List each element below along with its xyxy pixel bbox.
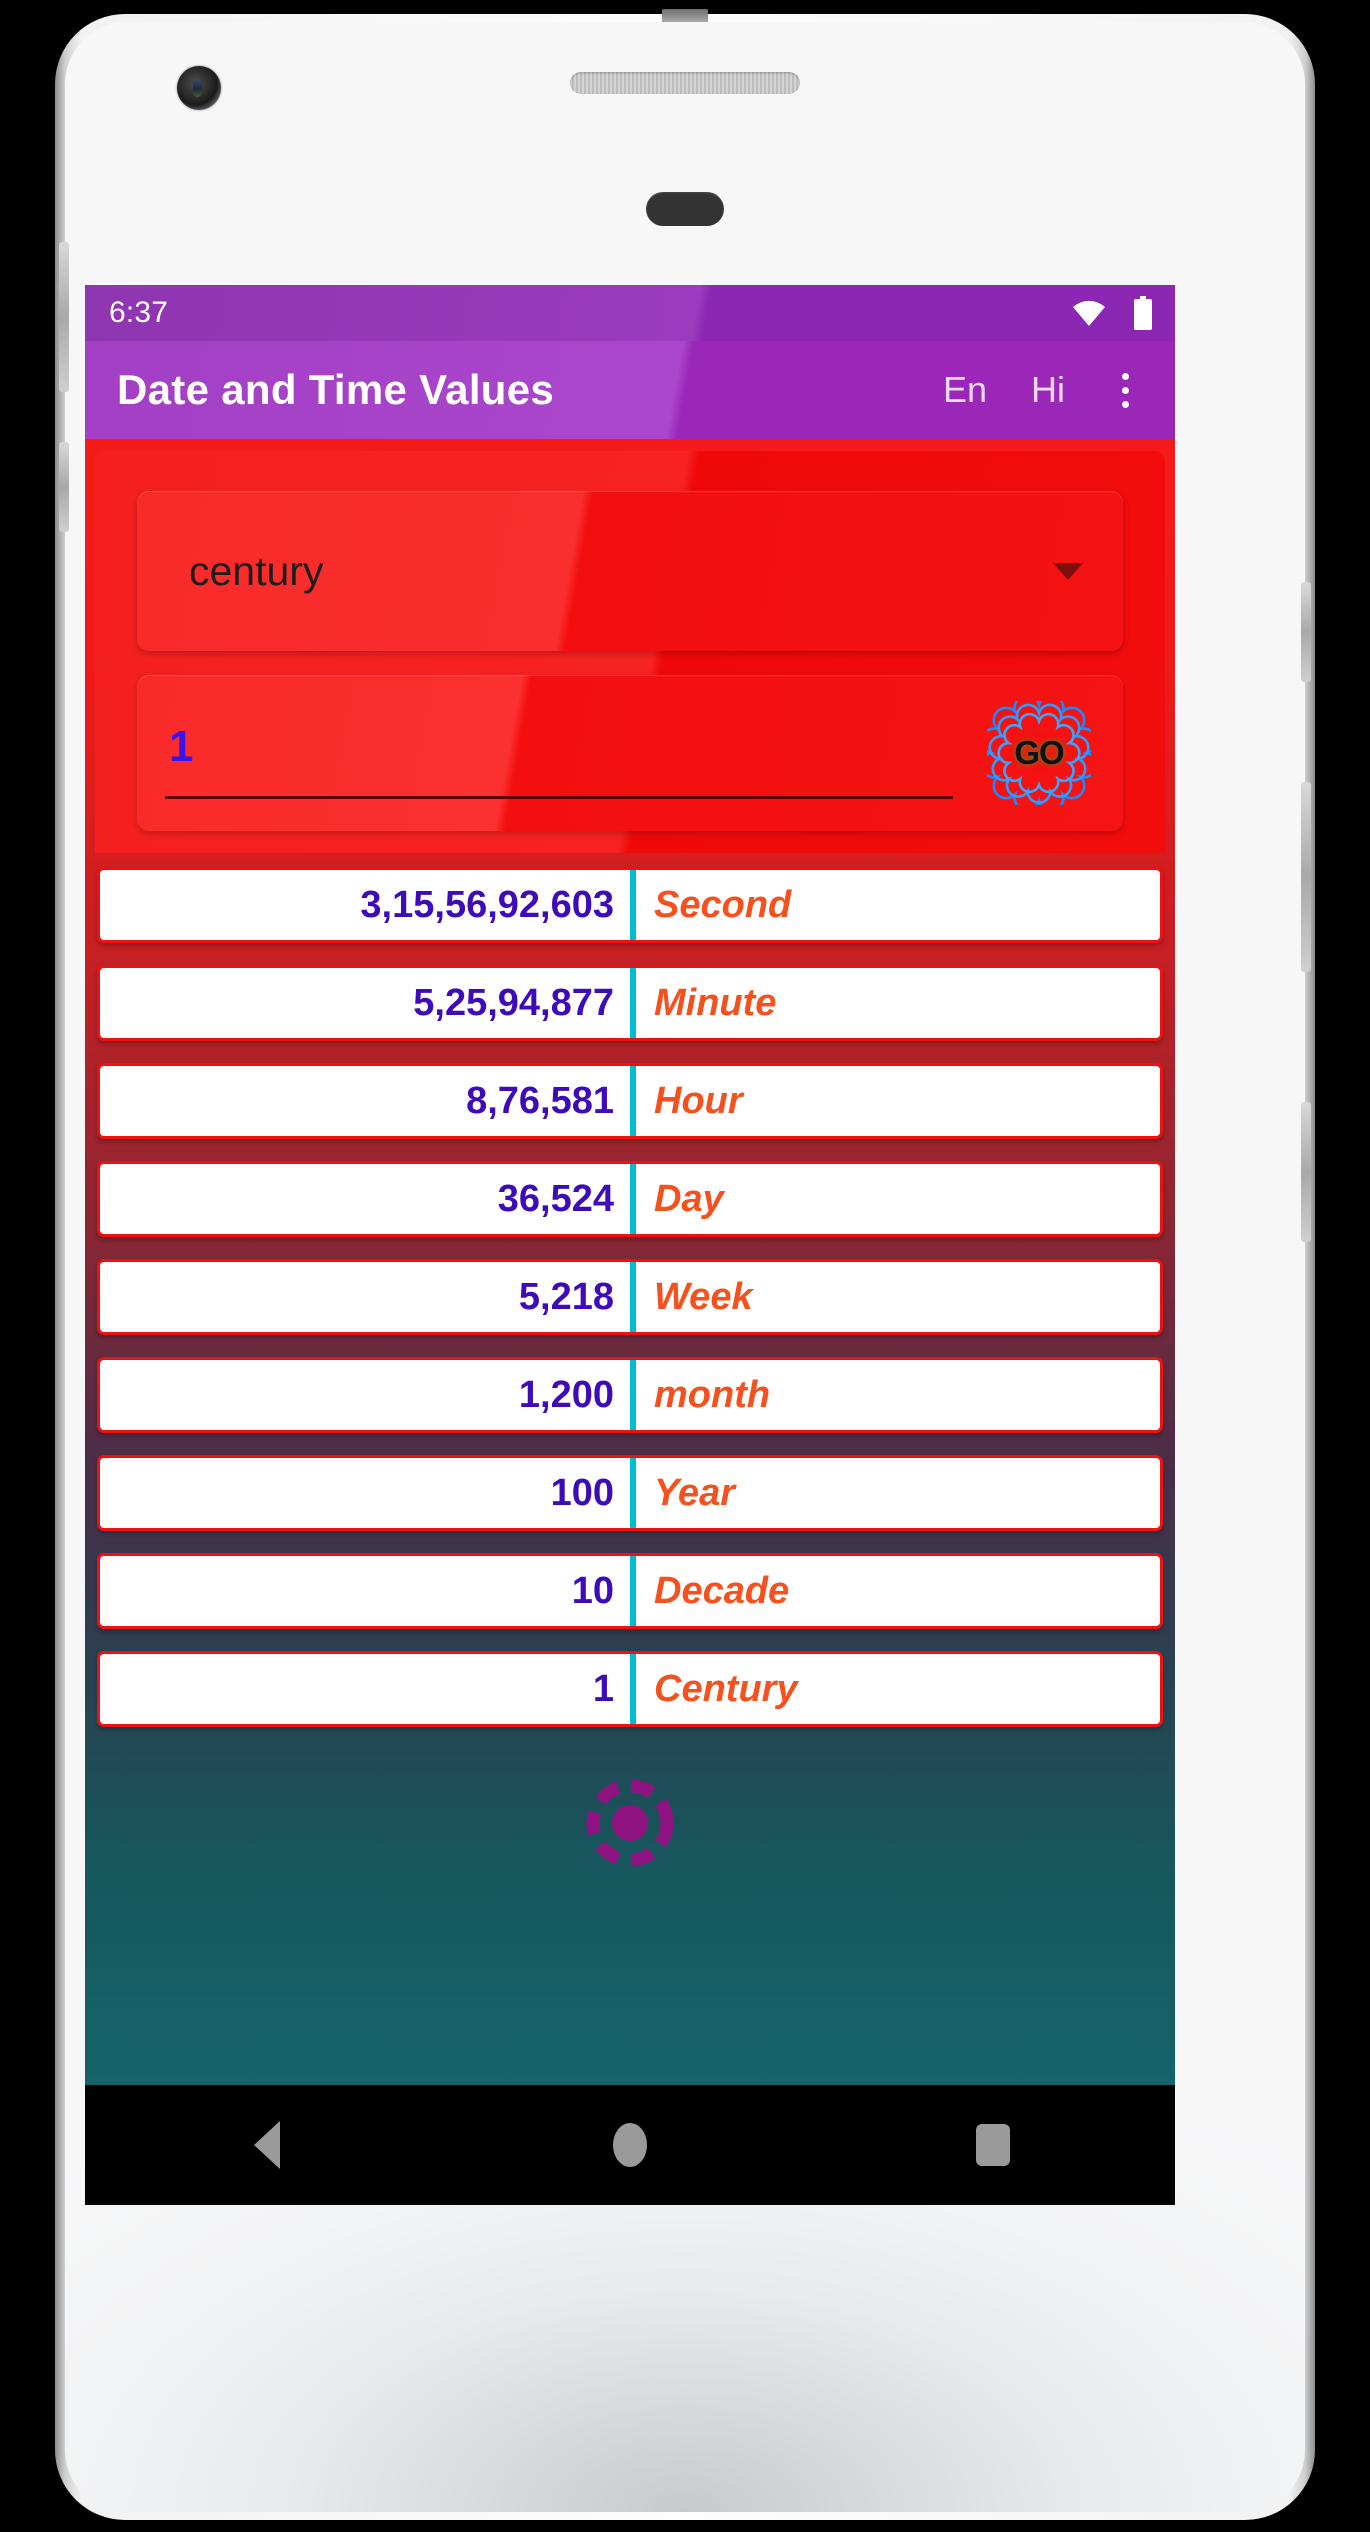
go-button[interactable]: GO <box>987 701 1091 805</box>
result-unit: Year <box>654 1471 735 1514</box>
unit-spinner-value: century <box>189 547 324 594</box>
result-unit: Day <box>654 1177 724 1220</box>
result-unit: Hour <box>654 1079 743 1122</box>
result-value: 36,524 <box>497 1177 614 1220</box>
table-row: 5,25,94,877 Minute <box>97 965 1163 1041</box>
overflow-dot-3 <box>1121 400 1129 408</box>
result-unit: Century <box>654 1667 798 1710</box>
unit-spinner[interactable]: century <box>137 491 1123 651</box>
table-row: 8,76,581 Hour <box>97 1063 1163 1139</box>
result-value: 1,200 <box>518 1373 614 1416</box>
table-row: 1,200 month <box>97 1357 1163 1433</box>
recents-icon <box>976 2124 1011 2166</box>
nav-home-button[interactable] <box>570 2085 690 2205</box>
results-list: 3,15,56,92,603 Second 5,25,94,877 Minute 8,7… <box>95 867 1165 1727</box>
wifi-icon <box>1071 300 1107 326</box>
lang-en-button[interactable]: En <box>921 363 1009 417</box>
result-unit: Second <box>654 883 792 926</box>
result-unit: Decade <box>654 1569 790 1612</box>
side-button-right-1[interactable] <box>1301 582 1311 682</box>
result-value: 1 <box>592 1667 614 1710</box>
table-row: 1 Century <box>97 1651 1163 1727</box>
amount-input-row: GO <box>137 675 1123 831</box>
status-bar-icons <box>1071 296 1153 330</box>
amount-input[interactable] <box>165 707 953 799</box>
result-unit: Week <box>654 1275 753 1318</box>
result-value: 100 <box>550 1471 614 1514</box>
table-row: 36,524 Day <box>97 1161 1163 1237</box>
result-unit: Minute <box>654 981 777 1024</box>
front-camera-icon <box>177 66 221 110</box>
nav-recents-button[interactable] <box>933 2085 1053 2205</box>
overflow-menu-icon[interactable] <box>1097 360 1153 420</box>
fingerprint-home-button[interactable] <box>646 192 724 226</box>
home-icon <box>612 2123 647 2167</box>
table-row: 5,218 Week <box>97 1259 1163 1335</box>
result-value: 10 <box>571 1569 614 1612</box>
result-unit: month <box>654 1373 771 1416</box>
status-bar: 6:37 <box>85 285 1175 341</box>
table-row: 10 Decade <box>97 1553 1163 1629</box>
side-button-right-3[interactable] <box>1301 1102 1311 1242</box>
android-nav-bar <box>85 2085 1175 2205</box>
converter-panel: century GO <box>95 451 1165 853</box>
result-value: 8,76,581 <box>466 1079 614 1122</box>
page-title: Date and Time Values <box>117 366 555 413</box>
device-screen: 6:37 Date and Time Values En Hi century … <box>85 285 1175 2205</box>
overflow-dot-2 <box>1121 386 1129 394</box>
result-value: 5,25,94,877 <box>413 981 614 1024</box>
lang-hi-button[interactable]: Hi <box>1009 363 1087 417</box>
table-row: 3,15,56,92,603 Second <box>97 867 1163 943</box>
back-icon <box>253 2121 280 2169</box>
go-button-label: GO <box>1014 734 1064 771</box>
main-content: century GO 3,15,56,92,603 Second 5,25,94,8… <box>85 439 1175 2085</box>
status-bar-time: 6:37 <box>109 296 169 329</box>
battery-icon <box>1133 296 1153 330</box>
power-button[interactable] <box>59 442 69 532</box>
chevron-down-icon <box>1053 562 1083 580</box>
side-button-right-2[interactable] <box>1301 782 1311 972</box>
earpiece-speaker <box>570 72 800 94</box>
dotted-circle-indicator <box>576 1769 684 1877</box>
result-value: 5,218 <box>518 1275 614 1318</box>
overflow-dot-1 <box>1121 372 1129 380</box>
result-value: 3,15,56,92,603 <box>360 883 614 926</box>
app-bar: Date and Time Values En Hi <box>85 341 1175 439</box>
volume-button[interactable] <box>59 242 69 392</box>
table-row: 100 Year <box>97 1455 1163 1531</box>
nav-back-button[interactable] <box>207 2085 327 2205</box>
app-bar-actions: En Hi <box>921 360 1153 420</box>
